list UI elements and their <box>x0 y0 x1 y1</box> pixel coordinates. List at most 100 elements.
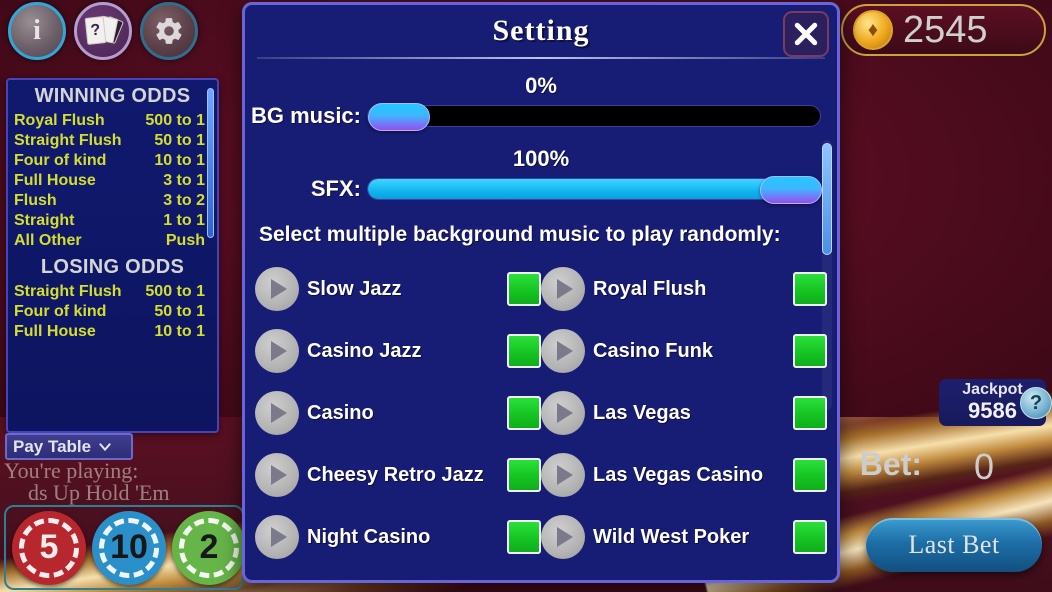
odds-hand: Straight <box>14 212 75 229</box>
bg-music-percent: 0% <box>525 73 557 98</box>
play-icon[interactable] <box>541 329 585 373</box>
paytable-dropdown[interactable]: Pay Table <box>5 433 133 460</box>
paytable-label: Pay Table <box>13 436 92 456</box>
odds-payout: 50 to 1 <box>154 132 205 149</box>
odds-row: Royal Flush 500 to 1 <box>8 111 217 131</box>
winning-odds-title: WINNING ODDS <box>34 85 191 107</box>
close-button[interactable] <box>783 11 829 57</box>
game-screen: i ? ♦ 2545 WINNING ODDS Royal Flush 500 … <box>0 0 1052 592</box>
music-track-name: Cheesy Retro Jazz <box>307 463 484 486</box>
music-track-checkbox[interactable] <box>507 334 541 368</box>
music-track-item: Cheesy Retro Jazz <box>255 453 541 497</box>
odds-payout: 500 to 1 <box>145 112 205 129</box>
play-icon[interactable] <box>541 391 585 435</box>
gear-icon <box>156 18 182 44</box>
odds-row: Four of kind 10 to 1 <box>8 151 217 171</box>
settings-button[interactable] <box>140 2 198 60</box>
coin-icon: ♦ <box>853 10 893 50</box>
sfx-slider-row: 100% SFX: <box>245 146 837 204</box>
music-track-checkbox[interactable] <box>507 396 541 430</box>
bg-music-slider-track[interactable] <box>367 103 821 131</box>
bet-label: Bet: <box>859 446 922 482</box>
music-track-checkbox[interactable] <box>793 520 827 554</box>
odds-payout: 500 to 1 <box>145 283 205 300</box>
music-track-checkbox[interactable] <box>507 272 541 306</box>
chip-button[interactable]: 2 <box>172 510 242 585</box>
music-track-name: Night Casino <box>307 525 431 548</box>
chip-button[interactable]: 5 <box>12 510 86 585</box>
music-track-checkbox[interactable] <box>793 458 827 492</box>
bg-music-slider-thumb[interactable] <box>368 103 430 131</box>
dialog-divider <box>257 57 825 59</box>
dialog-scrollbar-thumb[interactable] <box>822 143 832 255</box>
music-track-grid: Slow Jazz Royal Flush Casino Jazz Casino… <box>255 267 827 559</box>
last-bet-label: Last Bet <box>908 530 1000 559</box>
odds-payout: 3 to 1 <box>163 172 205 189</box>
music-track-item: Slow Jazz <box>255 267 541 311</box>
odds-payout: Push <box>165 232 205 249</box>
odds-hand: All Other <box>14 232 82 249</box>
balance-value: 2545 <box>903 8 988 51</box>
bg-music-label: BG music: <box>250 103 361 128</box>
music-track-item: Casino Jazz <box>255 329 541 373</box>
odds-row: All Other Push <box>8 231 217 251</box>
play-icon[interactable] <box>541 515 585 559</box>
music-track-name: Las Vegas <box>593 401 691 424</box>
odds-panel[interactable]: WINNING ODDS Royal Flush 500 to 1 Straig… <box>6 78 219 433</box>
play-icon[interactable] <box>255 453 299 497</box>
music-track-name: Wild West Poker <box>593 525 750 548</box>
jackpot-display[interactable]: Jackpot 9586 ? <box>939 379 1052 426</box>
odds-hand: Four of kind <box>14 152 107 169</box>
music-track-checkbox[interactable] <box>507 458 541 492</box>
play-icon[interactable] <box>255 267 299 311</box>
odds-row: Four of kind 50 to 1 <box>8 302 217 322</box>
odds-hand: Flush <box>14 192 57 209</box>
playing-line2: ds Up Hold 'Em <box>28 480 170 505</box>
info-button[interactable]: i <box>8 2 66 60</box>
odds-hand: Full House <box>14 172 96 189</box>
music-track-checkbox[interactable] <box>793 334 827 368</box>
losing-odds-title: LOSING ODDS <box>40 256 185 278</box>
play-icon[interactable] <box>255 515 299 559</box>
close-icon <box>794 22 818 46</box>
odds-row: Flush 3 to 2 <box>8 191 217 211</box>
bet-value: 0 <box>973 446 994 487</box>
chip-value: 2 <box>199 528 219 566</box>
chevron-down-icon <box>99 442 111 451</box>
music-track-name: Las Vegas Casino <box>593 463 764 486</box>
top-icon-bar: i ? <box>8 2 198 60</box>
music-track-item: Royal Flush <box>541 267 827 311</box>
select-music-caption: Select multiple background music to play… <box>259 223 781 246</box>
bg-music-slider-row: 0% BG music: <box>245 73 837 131</box>
chip-value: 5 <box>39 528 59 566</box>
last-bet-button[interactable]: Last Bet <box>866 518 1042 572</box>
odds-payout: 10 to 1 <box>154 323 205 340</box>
odds-scrollbar[interactable] <box>207 88 214 238</box>
balance-display[interactable]: ♦ 2545 <box>841 4 1046 56</box>
sfx-slider-track[interactable] <box>367 176 822 204</box>
chip-button[interactable]: 10 <box>92 510 166 585</box>
sfx-percent: 100% <box>512 146 570 171</box>
odds-payout: 3 to 2 <box>163 192 205 209</box>
music-track-name: Royal Flush <box>593 277 707 300</box>
odds-hand: Straight Flush <box>14 132 122 149</box>
odds-hand: Straight Flush <box>14 283 122 300</box>
music-track-name: Casino Funk <box>593 339 714 362</box>
play-icon[interactable] <box>255 329 299 373</box>
odds-hand: Royal Flush <box>14 112 105 129</box>
help-button[interactable]: ? <box>74 2 132 60</box>
music-track-item: Night Casino <box>255 515 541 559</box>
play-icon[interactable] <box>541 453 585 497</box>
sfx-slider-thumb[interactable] <box>760 176 822 204</box>
chip-tray: 5 10 2 <box>4 505 244 590</box>
music-track-checkbox[interactable] <box>793 396 827 430</box>
odds-row: Straight Flush 50 to 1 <box>8 131 217 151</box>
play-icon[interactable] <box>255 391 299 435</box>
play-icon[interactable] <box>541 267 585 311</box>
now-playing-text: You're playing: ds Up Hold 'Em <box>4 460 169 504</box>
help-cards-icon: ? <box>84 14 124 48</box>
music-track-checkbox[interactable] <box>507 520 541 554</box>
question-mark-icon[interactable]: ? <box>1020 387 1052 419</box>
info-icon: i <box>33 15 41 46</box>
music-track-checkbox[interactable] <box>793 272 827 306</box>
